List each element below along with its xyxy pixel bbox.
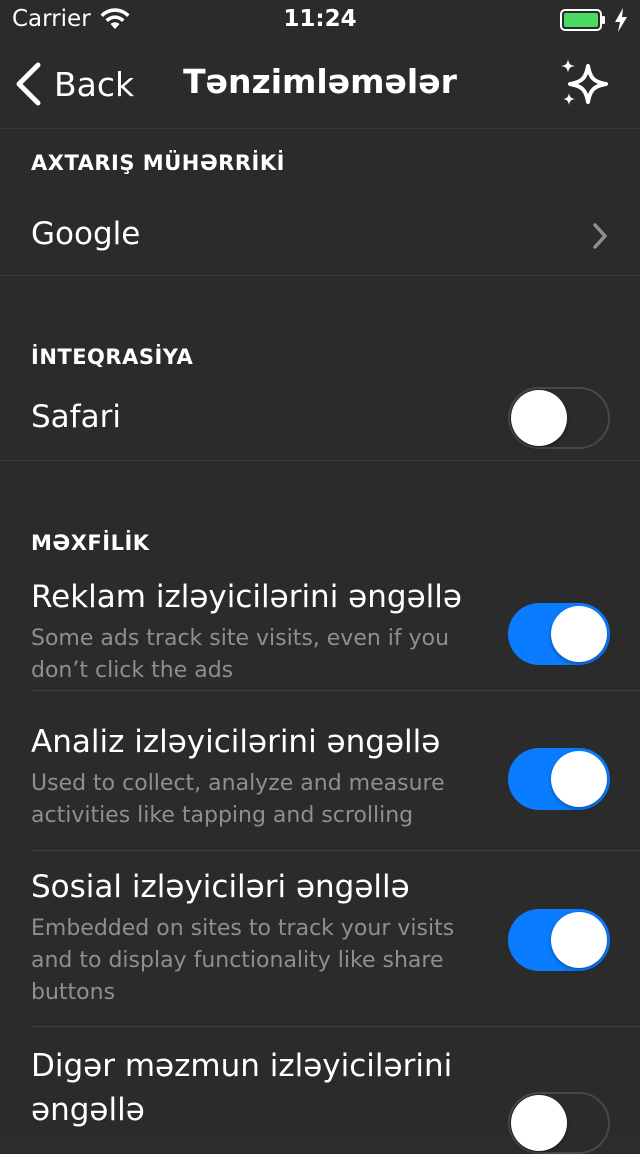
charging-icon <box>615 8 627 32</box>
page-title: Tənzimləmələr <box>183 62 457 101</box>
privacy-row-subtitle: Some ads track site visits, even if you … <box>31 626 450 683</box>
block-ads-toggle[interactable] <box>508 603 610 665</box>
clock: 11:24 <box>283 6 357 32</box>
privacy-row-title: Reklam izləyicilərini əngəllə <box>31 579 462 615</box>
privacy-row-analytics: Analiz izləyicilərini əngəllə Used to co… <box>0 714 640 834</box>
toggle-knob <box>511 390 567 446</box>
toggle-knob <box>551 606 607 662</box>
section-header-integration: İNTEQRASİYA <box>31 345 194 369</box>
privacy-row-title: Sosial izləyiciləri əngəllə <box>31 869 410 905</box>
toggle-knob <box>551 751 607 807</box>
toggle-knob <box>551 912 607 968</box>
privacy-row-ads: Reklam izləyicilərini əngəllə Some ads t… <box>0 569 640 689</box>
block-other-content-toggle[interactable] <box>508 1092 610 1154</box>
divider <box>31 1026 640 1027</box>
status-bar: Carrier 11:24 <box>0 0 640 40</box>
privacy-row-subtitle: Embedded on sites to track your visits a… <box>31 916 455 1005</box>
navigation-bar: Back Tənzimləmələr <box>0 40 640 129</box>
toggle-knob <box>511 1095 567 1151</box>
divider <box>0 460 640 461</box>
section-header-search-engine: AXTARIŞ MÜHƏRRİKİ <box>31 151 285 175</box>
block-analytics-toggle[interactable] <box>508 748 610 810</box>
divider <box>31 850 640 851</box>
privacy-row-other-content: Digər məzmun izləyicilərini əngəllə <box>0 1034 640 1154</box>
battery-icon <box>560 9 605 31</box>
search-engine-value: Google <box>31 216 141 252</box>
divider <box>31 690 640 691</box>
privacy-row-title: Analiz izləyicilərini əngəllə <box>31 724 441 760</box>
safari-row: Safari <box>0 379 640 459</box>
search-engine-row[interactable]: Google <box>0 197 640 275</box>
block-social-toggle[interactable] <box>508 909 610 971</box>
section-header-privacy: MƏXFİLİK <box>31 531 150 555</box>
privacy-row-title: Digər məzmun izləyicilərini əngəllə <box>31 1048 453 1128</box>
sparkle-icon[interactable] <box>556 56 612 112</box>
safari-toggle[interactable] <box>508 387 610 449</box>
divider <box>0 275 640 276</box>
chevron-right-icon <box>593 223 607 249</box>
privacy-row-social: Sosial izləyiciləri əngəllə Embedded on … <box>0 859 640 1024</box>
safari-label: Safari <box>31 399 121 435</box>
privacy-row-subtitle: Used to collect, analyze and measure act… <box>31 771 445 828</box>
